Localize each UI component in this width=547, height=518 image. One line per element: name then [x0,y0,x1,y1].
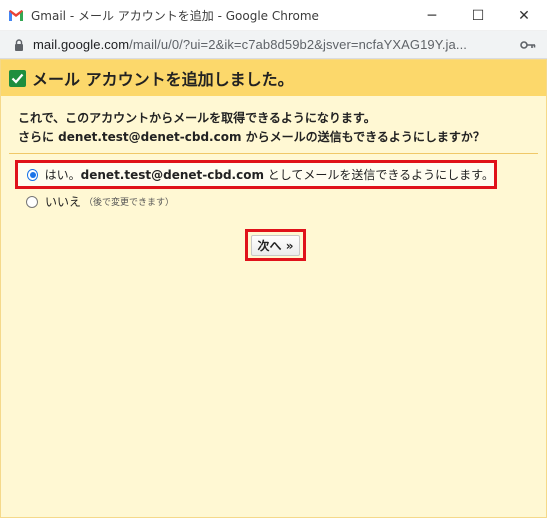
no-option-label[interactable]: いいえ [45,193,81,210]
url-host: mail.google.com [33,37,130,52]
window-title: Gmail - メール アカウントを追加 - Google Chrome [31,8,319,23]
no-option[interactable]: いいえ （後で変更できます） [26,193,174,210]
yes-option-label[interactable]: はい。denet.test@denet-cbd.com としてメールを送信できる… [45,166,494,183]
key-icon[interactable] [520,40,536,50]
yes-prefix: はい。 [44,168,81,182]
description: これで、このアカウントからメールを取得できるようになります。 さらに denet… [18,109,485,147]
description-line-1: これで、このアカウントからメールを取得できるようになります。 [18,111,376,125]
maximize-button[interactable]: ☐ [455,0,501,31]
gmail-logo-icon [9,9,23,21]
yes-option-highlight[interactable]: はい。denet.test@denet-cbd.com としてメールを送信できる… [15,160,497,189]
window-controls: ─ ☐ ✕ [409,0,547,31]
next-button[interactable]: 次へ » [251,234,300,256]
minimize-button[interactable]: ─ [409,0,455,31]
dialog-heading: メール アカウントを追加しました。 [32,70,294,89]
next-button-highlight: 次へ » [245,229,306,261]
lock-icon[interactable] [14,38,24,51]
close-button[interactable]: ✕ [501,0,547,31]
yes-suffix: としてメールを送信できるようにします。 [263,168,494,182]
url-path: /mail/u/0/?ui=2&ik=c7ab8d59b2&jsver=ncfa… [129,37,468,52]
checkmark-icon [9,69,26,87]
yes-radio[interactable] [27,168,38,181]
address-bar[interactable]: mail.google.com/mail/u/0/?ui=2&ik=c7ab8d… [0,31,547,59]
description-line-2: さらに denet.test@denet-cbd.com からメールの送信もでき… [18,130,485,144]
success-header: メール アカウントを追加しました。 [1,60,546,96]
url-text[interactable]: mail.google.com/mail/u/0/?ui=2&ik=c7ab8d… [33,37,513,52]
title-bar: Gmail - メール アカウントを追加 - Google Chrome ─ ☐… [0,0,547,31]
yes-email: denet.test@denet-cbd.com [80,168,264,182]
divider [9,153,538,154]
dialog-content: メール アカウントを追加しました。 これで、このアカウントからメールを取得できる… [0,59,547,518]
no-option-note: （後で変更できます） [84,198,175,208]
no-radio[interactable] [26,195,38,208]
